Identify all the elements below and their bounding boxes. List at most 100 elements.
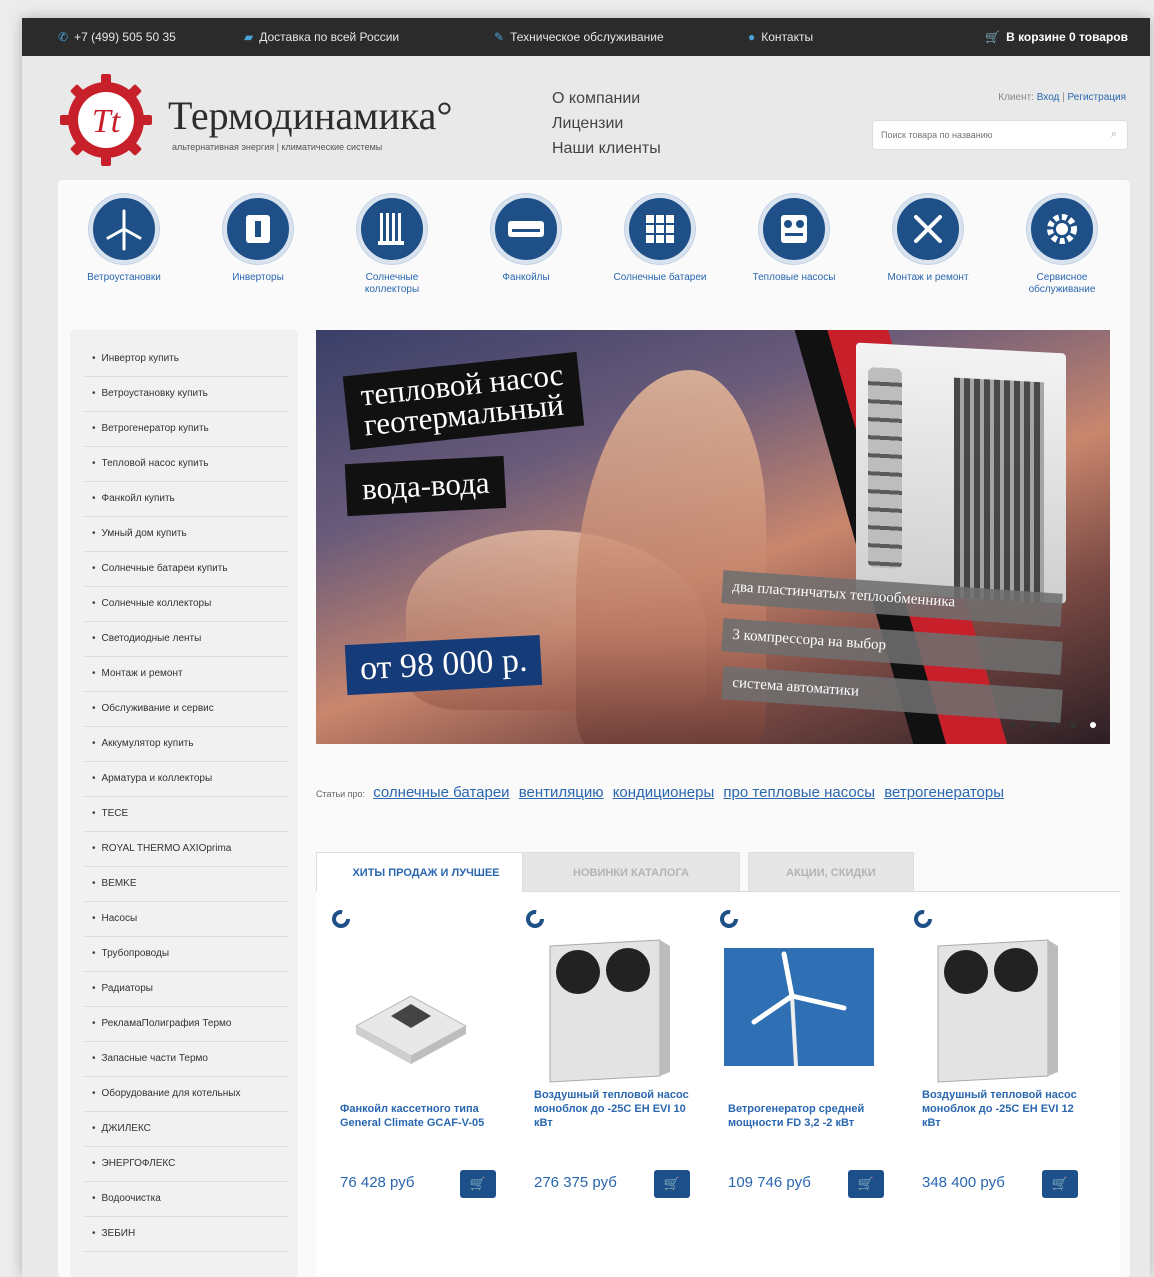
- sidebar-item[interactable]: Солнечные коллекторы: [84, 587, 288, 622]
- sidebar-item[interactable]: TECE: [84, 797, 288, 832]
- cart-icon: 🛒: [985, 30, 1001, 44]
- tab-new[interactable]: НОВИНКИ КАТАЛОГА: [522, 852, 740, 892]
- wrench-icon: ✎: [494, 30, 505, 44]
- slider-dot[interactable]: [1030, 722, 1036, 728]
- product-name[interactable]: Фанкойл кассетного типа General Climate …: [340, 1102, 500, 1130]
- sidebar-item[interactable]: Ветроустановку купить: [84, 377, 288, 412]
- product-tabs: ХИТЫ ПРОДАЖ И ЛУЧШЕЕ НОВИНКИ КАТАЛОГА АК…: [316, 852, 1120, 893]
- delivery-link[interactable]: ▰ Доставка по всей России: [244, 30, 399, 44]
- category-solar-collectors[interactable]: Солнечные коллекторы: [338, 194, 446, 296]
- article-link-ventilation[interactable]: вентиляцию: [519, 784, 604, 801]
- register-link[interactable]: Регистрация: [1068, 92, 1126, 103]
- sidebar-item[interactable]: Светодиодные ленты: [84, 622, 288, 657]
- add-to-cart-button[interactable]: 🛒: [460, 1170, 496, 1198]
- product-name[interactable]: Ветрогенератор средней мощности FD 3,2 -…: [728, 1102, 888, 1130]
- refresh-icon[interactable]: [524, 908, 546, 930]
- main-panel: Ветроустановки Инверторы Солнечные колле…: [58, 180, 1130, 1277]
- logo-gear-icon[interactable]: Tt: [58, 72, 154, 168]
- article-link-heat-pumps[interactable]: про тепловые насосы: [723, 784, 875, 801]
- promo-banner[interactable]: тепловой насос геотермальный вода-вода о…: [316, 330, 1110, 744]
- refresh-icon[interactable]: [912, 908, 934, 930]
- category-wind-turbines[interactable]: Ветроустановки: [70, 194, 178, 284]
- sidebar-item[interactable]: Оборудование для котельных: [84, 1077, 288, 1112]
- article-link-solar[interactable]: солнечные батареи: [373, 784, 509, 801]
- category-label: Монтаж и ремонт: [887, 272, 969, 283]
- search-icon[interactable]: ⌕: [1111, 128, 1117, 141]
- nav-clients[interactable]: Наши клиенты: [552, 136, 661, 161]
- category-service[interactable]: Сервисное обслуживание: [1008, 194, 1116, 296]
- sidebar-item[interactable]: Инвертор купить: [84, 342, 288, 377]
- heat-pump-icon: [781, 215, 807, 243]
- sidebar-item[interactable]: Аккумулятор купить: [84, 727, 288, 762]
- sidebar-item[interactable]: ДЖИЛЕКС: [84, 1112, 288, 1147]
- slider-dot-active[interactable]: [1090, 722, 1096, 728]
- category-label: Сервисное обслуживание: [1028, 272, 1096, 295]
- sidebar-item[interactable]: ЭНЕРГОФЛЕКС: [84, 1147, 288, 1182]
- refresh-icon[interactable]: [718, 908, 740, 930]
- tab-sales[interactable]: АКЦИИ, СКИДКИ: [748, 852, 914, 892]
- product-name[interactable]: Воздушный тепловой насос моноблок до -25…: [922, 1088, 1082, 1130]
- sidebar-item[interactable]: Радиаторы: [84, 972, 288, 1007]
- category-inverters[interactable]: Инверторы: [204, 194, 312, 284]
- sidebar-item[interactable]: Умный дом купить: [84, 517, 288, 552]
- service-gear-icon: [1047, 214, 1077, 244]
- sidebar-item[interactable]: BEMKE: [84, 867, 288, 902]
- banner-feature: система автоматики: [721, 666, 1063, 723]
- contacts-link[interactable]: ● Контакты: [748, 30, 813, 44]
- product-image[interactable]: [336, 936, 486, 1086]
- slider-dots: [1010, 722, 1096, 728]
- slider-dot[interactable]: [1070, 722, 1076, 728]
- product-image[interactable]: [918, 936, 1068, 1086]
- sidebar-item[interactable]: Запасные части Термо: [84, 1042, 288, 1077]
- nav-licenses[interactable]: Лицензии: [552, 111, 661, 136]
- add-to-cart-button[interactable]: 🛒: [848, 1170, 884, 1198]
- sidebar-item[interactable]: РекламаПолиграфия Термо: [84, 1007, 288, 1042]
- sidebar-item[interactable]: Солнечные батареи купить: [84, 552, 288, 587]
- product-image[interactable]: [724, 936, 874, 1086]
- solar-panel-icon: [646, 215, 674, 243]
- header-nav: О компании Лицензии Наши клиенты: [552, 86, 661, 161]
- sidebar-item[interactable]: Монтаж и ремонт: [84, 657, 288, 692]
- sidebar-item[interactable]: Арматура и коллекторы: [84, 762, 288, 797]
- login-link[interactable]: Вход: [1037, 92, 1060, 103]
- category-label: Тепловые насосы: [752, 272, 836, 283]
- phone-link[interactable]: ✆ +7 (499) 505 50 35: [58, 30, 176, 44]
- site-title[interactable]: Термодинамика°: [168, 92, 452, 139]
- cart-link[interactable]: 🛒 В корзине 0 товаров: [985, 30, 1128, 44]
- sidebar-item[interactable]: Ветрогенератор купить: [84, 412, 288, 447]
- slider-dot[interactable]: [1010, 722, 1016, 728]
- category-installation[interactable]: Монтаж и ремонт: [874, 194, 982, 284]
- delivery-text: Доставка по всей России: [259, 30, 400, 44]
- sidebar-item[interactable]: Водоочистка: [84, 1182, 288, 1217]
- sidebar-item[interactable]: Обслуживание и сервис: [84, 692, 288, 727]
- sidebar-item[interactable]: Насосы: [84, 902, 288, 937]
- service-link[interactable]: ✎ Техническое обслуживание: [494, 30, 664, 44]
- site-subtitle: альтернативная энергия | климатические с…: [172, 142, 383, 152]
- cart-icon: 🛒: [663, 1176, 681, 1191]
- category-fancoils[interactable]: Фанкойлы: [472, 194, 580, 284]
- nav-about[interactable]: О компании: [552, 86, 661, 111]
- sidebar-item[interactable]: ЗЕБИН: [84, 1217, 288, 1252]
- category-heat-pumps[interactable]: Тепловые насосы: [740, 194, 848, 284]
- article-link-wind[interactable]: ветрогенераторы: [884, 784, 1004, 801]
- category-label: Солнечные коллекторы: [364, 272, 420, 295]
- slider-dot[interactable]: [1050, 722, 1056, 728]
- product-card: Фанкойл кассетного типа General Climate …: [316, 892, 496, 1202]
- sidebar-item[interactable]: Фанкойл купить: [84, 482, 288, 517]
- heat-pump-unit-image: [856, 342, 1066, 604]
- add-to-cart-button[interactable]: 🛒: [1042, 1170, 1078, 1198]
- product-image[interactable]: [530, 936, 680, 1086]
- sidebar-item[interactable]: Трубопроводы: [84, 937, 288, 972]
- tab-bestsellers[interactable]: ХИТЫ ПРОДАЖ И ЛУЧШЕЕ: [316, 852, 536, 893]
- search-input[interactable]: [873, 121, 1083, 149]
- category-bar: Ветроустановки Инверторы Солнечные колле…: [70, 194, 1120, 314]
- article-link-conditioners[interactable]: кондиционеры: [613, 784, 715, 801]
- logo-letters: Tt: [92, 103, 122, 140]
- sidebar-item[interactable]: ROYAL THERMO AXIOprima: [84, 832, 288, 867]
- category-solar-panels[interactable]: Солнечные батареи: [606, 194, 714, 284]
- product-name[interactable]: Воздушный тепловой насос моноблок до -25…: [534, 1088, 694, 1130]
- refresh-icon[interactable]: [330, 908, 352, 930]
- sidebar-list: Инвертор купитьВетроустановку купитьВетр…: [70, 330, 298, 1252]
- sidebar-item[interactable]: Тепловой насос купить: [84, 447, 288, 482]
- add-to-cart-button[interactable]: 🛒: [654, 1170, 690, 1198]
